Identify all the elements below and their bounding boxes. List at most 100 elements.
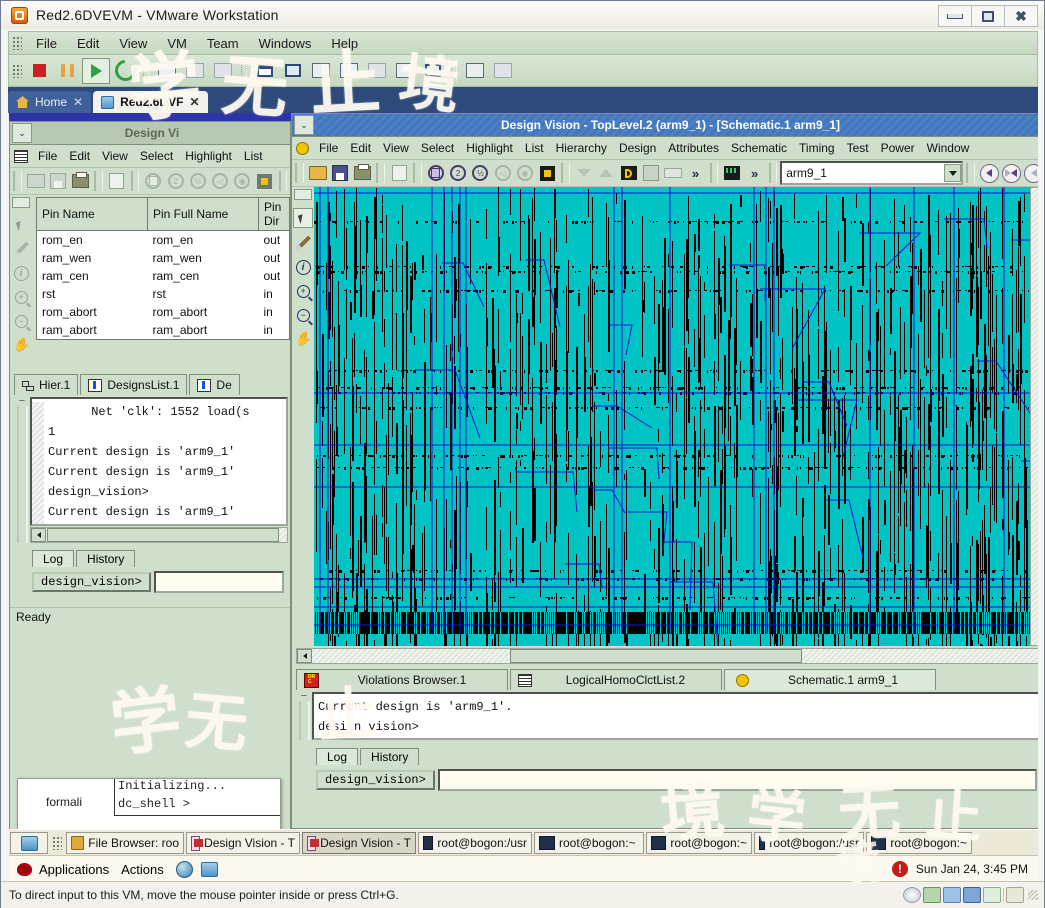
file-select-dialog[interactable]: formali Initializing... dc_shell > "arm9… [17, 778, 281, 829]
taskbar-button[interactable]: root@bogon:~ [866, 832, 972, 854]
open-icon[interactable] [308, 163, 328, 184]
toolrail-grip-icon[interactable] [12, 197, 30, 208]
tab-history[interactable]: History [76, 550, 135, 567]
vm-menu-help[interactable]: Help [322, 34, 367, 53]
vm-menu-team[interactable]: Team [198, 34, 248, 53]
taskbar-button[interactable]: Design Vision - T [186, 832, 300, 854]
devices-icon[interactable] [420, 59, 446, 83]
print-icon[interactable] [352, 163, 372, 184]
design-combo[interactable]: arm9_1 [780, 161, 963, 185]
window-menu-icon[interactable]: ⌄ [12, 123, 32, 143]
close-icon[interactable]: ✕ [73, 95, 83, 109]
taskbar-button[interactable]: File Browser: roo [66, 832, 184, 854]
dv-right-menu-edit[interactable]: Edit [344, 140, 377, 156]
pop-up-icon[interactable] [596, 163, 616, 184]
taskbar-button[interactable]: Design Vision - T [302, 832, 416, 854]
reset-icon[interactable] [112, 59, 138, 83]
vm-menu-edit[interactable]: Edit [68, 34, 108, 53]
print-icon[interactable] [70, 171, 90, 192]
taskbar-grip-icon[interactable] [52, 836, 62, 850]
dv-right-menu-file[interactable]: File [313, 140, 344, 156]
dv-left-log[interactable]: Net 'clk': 1552 load(s1Current design is… [30, 397, 288, 526]
more-icon-2[interactable]: » [744, 163, 764, 184]
table-row[interactable]: ram_cenram_cenout [37, 267, 290, 285]
select-all-icon[interactable] [254, 171, 274, 192]
zoom-out-tool-icon[interactable]: − [294, 306, 312, 324]
taskbar-button[interactable]: root@bogon:/usr [418, 832, 532, 854]
dv-left-menu-select[interactable]: Select [134, 148, 179, 164]
play-icon[interactable] [82, 58, 110, 84]
prompt-input[interactable] [154, 571, 284, 593]
console-icon[interactable] [392, 59, 418, 83]
settings-icon[interactable] [364, 59, 390, 83]
dv-right-menu-highlight[interactable]: Highlight [460, 140, 519, 156]
scroll-thumb[interactable] [47, 528, 279, 542]
bookmark-icon[interactable] [1024, 163, 1038, 184]
dv-right-log[interactable]: Current design is 'arm9_1'.design_vision… [312, 692, 1038, 740]
table-row[interactable]: rstrstin [37, 285, 290, 303]
dv-right-menu-view[interactable]: View [377, 140, 415, 156]
pin-icon[interactable] [663, 163, 683, 184]
tab-logicalhomoclctlist[interactable]: LogicalHomoClctList.2 [510, 669, 722, 690]
schematic-vscrollbar[interactable] [1030, 187, 1038, 646]
usb-icon[interactable] [983, 887, 1001, 903]
prompt-label[interactable]: design_vision> [316, 770, 435, 790]
scroll-left-icon[interactable] [297, 649, 312, 663]
column-pin-name[interactable]: Pin Name [37, 198, 148, 231]
column-pin-full-name[interactable]: Pin Full Name [148, 198, 259, 231]
zoom-out-tool-icon[interactable]: − [12, 312, 30, 330]
schematic-canvas[interactable] [314, 187, 1030, 646]
zoom-half-icon[interactable]: ½ [470, 163, 490, 184]
pan-tool-icon[interactable]: ✋ [12, 336, 30, 354]
dv-right-menu-hierarchy[interactable]: Hierarchy [550, 140, 613, 156]
vm-menu-windows[interactable]: Windows [250, 34, 321, 53]
summary-icon[interactable] [336, 59, 362, 83]
select-tool-icon[interactable] [293, 208, 313, 228]
schematic-hscrollbar[interactable] [296, 648, 1038, 664]
more-icon-1[interactable]: » [685, 163, 705, 184]
toolrail-grip-icon[interactable] [294, 189, 312, 200]
taskbar-button[interactable]: root@bogon:/usr [754, 832, 864, 854]
dv-right-menu-test[interactable]: Test [841, 140, 875, 156]
resize-grip-icon[interactable] [1028, 890, 1038, 900]
send-ctrl-alt-del-icon[interactable] [462, 59, 488, 83]
dv-left-menu-edit[interactable]: Edit [63, 148, 96, 164]
prompt-label[interactable]: design_vision> [32, 572, 151, 592]
dv-right-menu-list[interactable]: List [519, 140, 550, 156]
tab-violations-browser[interactable]: DRC Violations Browser.1 [296, 669, 508, 690]
dv-left-log-splitter[interactable]: − [14, 397, 30, 543]
dv-right-menu-select[interactable]: Select [415, 140, 460, 156]
vm-menu-file[interactable]: File [27, 34, 66, 53]
zoom-2x-icon[interactable]: 2 [448, 163, 468, 184]
floppy-icon[interactable] [903, 887, 921, 903]
vm-menu-vm[interactable]: VM [158, 34, 196, 53]
menubar-grip-icon[interactable] [12, 36, 22, 50]
save-icon[interactable] [48, 171, 68, 192]
properties-icon[interactable] [107, 171, 127, 192]
pin-table[interactable]: Pin Name Pin Full Name Pin Dir rom_enrom… [36, 197, 290, 340]
dv-left-menu-view[interactable]: View [96, 148, 134, 164]
dv-left-menu-file[interactable]: File [32, 148, 63, 164]
zoom-out-sel-icon[interactable]: ◁ [493, 163, 513, 184]
column-pin-dir[interactable]: Pin Dir [259, 198, 290, 231]
chevron-down-icon[interactable] [944, 164, 961, 182]
hdd-icon[interactable] [923, 887, 941, 903]
push-down-icon[interactable] [574, 163, 594, 184]
select-all-icon[interactable] [537, 163, 557, 184]
tab-history[interactable]: History [360, 748, 419, 765]
dv-right-menu-timing[interactable]: Timing [793, 140, 841, 156]
maximize-button[interactable] [971, 5, 1005, 27]
info-tool-icon[interactable]: i [294, 258, 312, 276]
taskbar-button[interactable]: root@bogon:~ [534, 832, 644, 854]
window-menu-icon[interactable]: ⌄ [294, 115, 314, 135]
properties-icon[interactable] [389, 163, 409, 184]
close-icon[interactable]: ✕ [189, 95, 199, 109]
menubar-grip-icon[interactable] [14, 150, 28, 163]
dv-right-log-splitter[interactable]: − [296, 692, 312, 740]
tab-schematic[interactable]: Schematic.1 arm9_1 [724, 669, 936, 690]
vm-tab-red26dvf[interactable]: Red2.6DVF ✕ [93, 91, 207, 113]
subtab-designslist[interactable]: DesignsList.1 [80, 374, 187, 395]
subtab-hier[interactable]: Hier.1 [14, 374, 78, 395]
vm-tab-home[interactable]: Home ✕ [8, 91, 91, 113]
pause-icon[interactable] [54, 59, 80, 83]
